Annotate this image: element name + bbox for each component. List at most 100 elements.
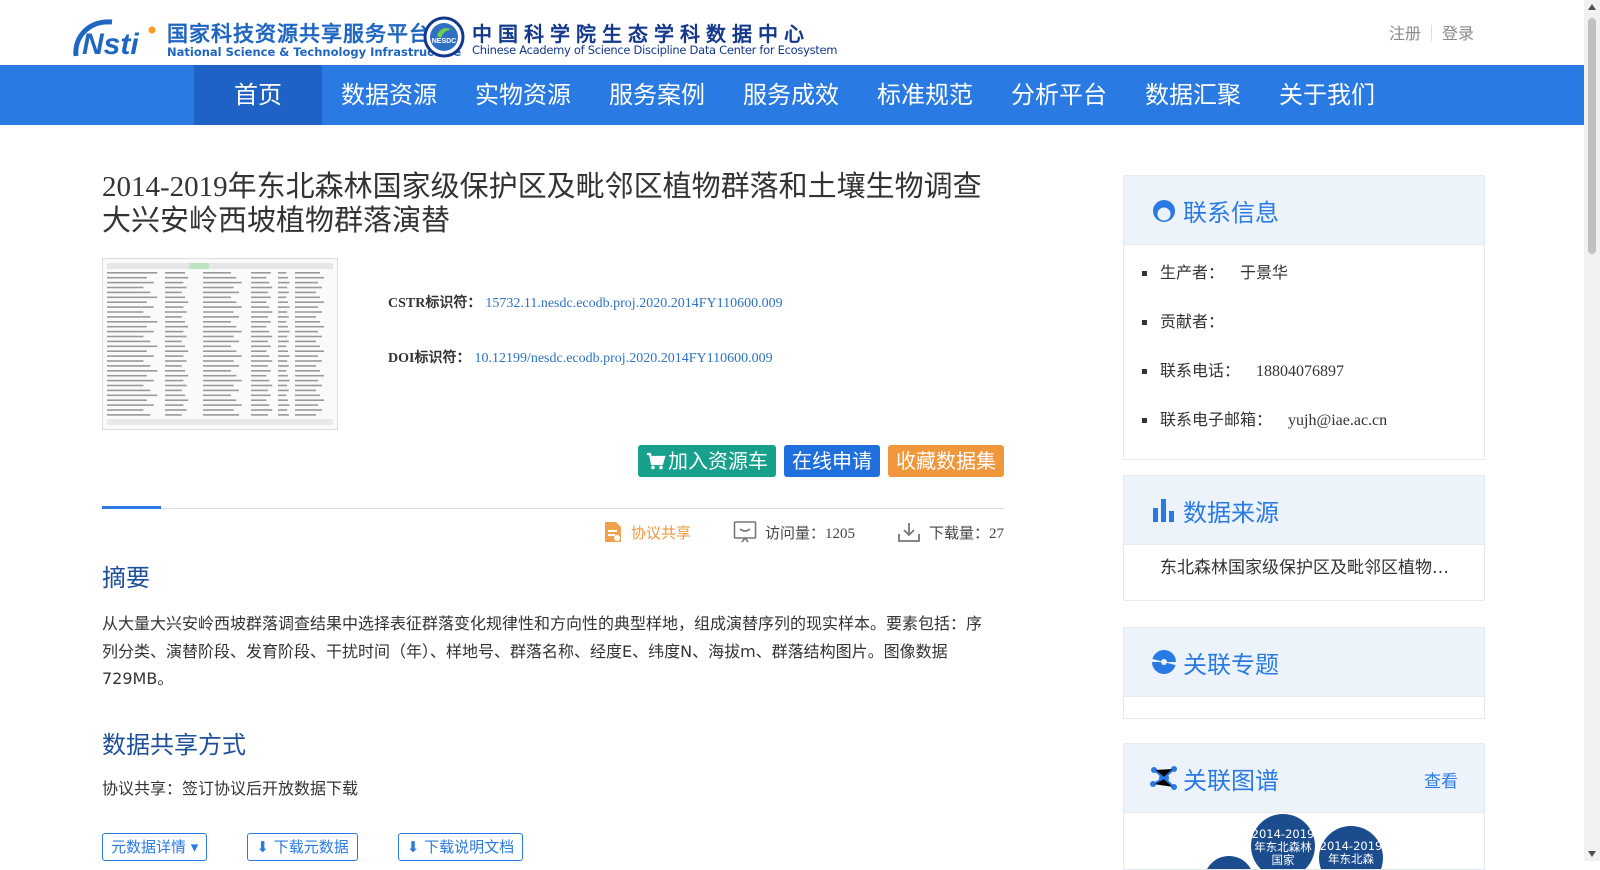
nesdc-logo-icon: NESDC: [423, 16, 465, 58]
dataset-actions: 加入资源车 在线申请 收藏数据集: [638, 445, 1004, 477]
cstr-link[interactable]: 15732.11.nesdc.ecodb.proj.2020.2014FY110…: [485, 296, 782, 311]
favorite-dataset-button[interactable]: 收藏数据集: [888, 445, 1004, 477]
network-graph-icon: [1150, 766, 1177, 790]
metadata-buttons: 元数据详情 ▾ ⬇ 下载元数据 ⬇ 下载说明文档: [102, 833, 563, 861]
related-topic-panel-title: 关联专题: [1183, 651, 1279, 679]
nav-item-about-us[interactable]: 关于我们: [1260, 65, 1394, 125]
download-count-stat: 下载量：27: [897, 521, 1004, 543]
contact-panel-header: 联系信息: [1124, 176, 1484, 245]
nav-item-data-resources[interactable]: 数据资源: [322, 65, 456, 125]
scroll-down-arrow-icon[interactable]: [1588, 851, 1596, 857]
graph-node[interactable]: 2014-2019年东北森林国家: [1251, 814, 1315, 869]
login-link[interactable]: 登录: [1442, 24, 1474, 43]
producer-value: 于景华: [1240, 263, 1289, 282]
auth-divider: [1430, 25, 1432, 41]
top-header: Nsti 国家科技资源共享服务平台 National Science & Tec…: [0, 0, 1584, 65]
dataset-thumbnail[interactable]: [102, 258, 338, 430]
share-mode-text: 协议共享：签订协议后开放数据下载: [102, 779, 359, 798]
graph-node[interactable]: 2014-2019年东北森: [1319, 826, 1383, 869]
nav-item-data-aggregation[interactable]: 数据汇聚: [1126, 65, 1260, 125]
data-source-panel: 数据来源 东北森林国家级保护区及毗邻区植物群落和土壤生物调查: [1123, 475, 1485, 601]
scrollbar-thumb[interactable]: [1588, 18, 1596, 254]
graph-node[interactable]: [1204, 856, 1254, 869]
active-tab-indicator: [102, 506, 161, 509]
logo1-chinese: 国家科技资源共享服务平台: [167, 22, 431, 46]
svg-text:Nsti: Nsti: [82, 28, 139, 60]
producer-label: 生产者：: [1160, 263, 1225, 282]
abstract-text: 从大量大兴安岭西坡群落调查结果中选择表征群落变化规律性和方向性的典型样地，组成演…: [102, 614, 983, 688]
share-type-label: 协议共享: [630, 525, 691, 542]
email-value[interactable]: yujh@iae.ac.cn: [1288, 412, 1387, 429]
contact-producer: 生产者： 于景华: [1124, 253, 1484, 302]
phone-value: 18804076897: [1256, 363, 1345, 380]
nav-item-analysis-platform[interactable]: 分析平台: [992, 65, 1126, 125]
nav-item-physical-resources[interactable]: 实物资源: [456, 65, 590, 125]
contact-person-icon: [1153, 200, 1175, 222]
email-label: 联系电子邮箱：: [1160, 410, 1273, 429]
download-metadata-button[interactable]: ⬇ 下载元数据: [247, 833, 358, 861]
metadata-detail-button[interactable]: 元数据详情 ▾: [102, 833, 208, 861]
graph-node-label: 2014-2019年东北森林国家: [1251, 827, 1315, 867]
contact-email: 联系电子邮箱： yujh@iae.ac.cn: [1124, 400, 1484, 449]
add-to-cart-button[interactable]: 加入资源车: [638, 445, 776, 477]
online-apply-button[interactable]: 在线申请: [784, 445, 880, 477]
contributor-label: 贡献者：: [1160, 312, 1225, 331]
related-graph-panel: 关联图谱 查看 2014-2019年东北森林国家 2014-2019年东北森: [1123, 743, 1485, 870]
dataset-stats: 协议共享 访问量：1205 下载量：27: [561, 520, 1004, 544]
download-metadata-label: 下载元数据: [273, 838, 349, 856]
graph-node-label: 2014-2019年东北森: [1319, 839, 1383, 866]
tab-divider: [102, 508, 1004, 509]
bar-chart-icon: [1153, 499, 1174, 522]
scroll-up-arrow-icon[interactable]: [1588, 4, 1596, 10]
doi-label: DOI标识符：: [388, 351, 471, 366]
nav-item-service-results[interactable]: 服务成效: [724, 65, 858, 125]
contact-contributor: 贡献者：: [1124, 302, 1484, 351]
spreadsheet-preview-image: [103, 259, 337, 429]
abstract-heading: 摘要: [102, 564, 150, 592]
logo2-badge: NESDC: [432, 38, 457, 45]
doi-row: DOI标识符： 10.12199/nesdc.ecodb.proj.2020.20…: [388, 347, 783, 402]
main-nav: 首页 数据资源 实物资源 服务案例 服务成效 标准规范 分析平台 数据汇聚 关于…: [0, 65, 1584, 125]
related-graph-panel-title: 关联图谱: [1183, 767, 1279, 795]
logo1-english: National Science & Technology Infrastruc…: [167, 45, 462, 59]
contact-panel: 联系信息 生产者： 于景华 贡献者： 联系电话： 18804076897 联系电子邮…: [1123, 175, 1485, 460]
identifier-block: CSTR标识符： 15732.11.nesdc.ecodb.proj.2020.2…: [388, 292, 783, 402]
download-arrow-icon: ⬇: [406, 838, 420, 856]
page-scrollbar[interactable]: [1584, 0, 1600, 861]
caret-down-icon: ▾: [190, 838, 199, 856]
related-topic-panel: 关联专题: [1123, 627, 1485, 719]
view-graph-link[interactable]: 查看: [1424, 767, 1458, 792]
dataset-main: 2014-2019年东北森林国家级保护区及毗邻区植物群落和土壤生物调查大兴安岭西…: [102, 170, 1004, 861]
doi-link[interactable]: 10.12199/nesdc.ecodb.proj.2020.2014FY110…: [474, 351, 772, 366]
auth-links: 注册 登录: [1389, 20, 1474, 44]
related-topic-panel-header: 关联专题: [1124, 628, 1484, 697]
nav-item-service-cases[interactable]: 服务案例: [590, 65, 724, 125]
monitor-icon: [733, 521, 757, 543]
contact-phone: 联系电话： 18804076897: [1124, 351, 1484, 400]
cart-icon: [647, 452, 666, 470]
nesdc-logo[interactable]: NESDC 中国科学院生态学科数据中心 Chinese Academy of S…: [423, 16, 837, 60]
logo2-english: Chinese Academy of Science Discipline Da…: [472, 43, 838, 57]
nav-item-home[interactable]: 首页: [194, 65, 322, 125]
nsti-logo-icon: Nsti: [73, 19, 156, 60]
nav-list: 首页 数据资源 实物资源 服务案例 服务成效 标准规范 分析平台 数据汇聚 关于…: [194, 65, 1394, 125]
topic-pinwheel-icon: [1152, 650, 1176, 674]
visit-count: 访问量：1205: [764, 525, 855, 542]
download-arrow-icon: ⬇: [256, 838, 269, 856]
metadata-detail-label: 元数据详情: [111, 838, 187, 856]
nsti-logo[interactable]: Nsti 国家科技资源共享服务平台 National Science & Tec…: [72, 16, 461, 60]
contact-panel-title: 联系信息: [1183, 199, 1279, 227]
dataset-title: 2014-2019年东北森林国家级保护区及毗邻区植物群落和土壤生物调查大兴安岭西…: [102, 171, 982, 237]
related-graph-panel-header: 关联图谱 查看: [1124, 744, 1484, 813]
register-link[interactable]: 注册: [1389, 24, 1421, 43]
share-mode-heading: 数据共享方式: [102, 731, 246, 759]
visit-count-stat: 访问量：1205: [733, 520, 855, 544]
cstr-row: CSTR标识符： 15732.11.nesdc.ecodb.proj.2020.2…: [388, 292, 783, 347]
share-type-stat: 协议共享: [603, 521, 691, 543]
download-doc-label: 下载说明文档: [424, 838, 515, 856]
download-count: 下载量：27: [928, 525, 1004, 542]
phone-label: 联系电话：: [1160, 361, 1241, 380]
data-source-link[interactable]: 东北森林国家级保护区及毗邻区植物群落和土壤生物调查: [1124, 545, 1450, 600]
nav-item-standards[interactable]: 标准规范: [858, 65, 992, 125]
download-doc-button[interactable]: ⬇ 下载说明文档: [397, 833, 524, 861]
